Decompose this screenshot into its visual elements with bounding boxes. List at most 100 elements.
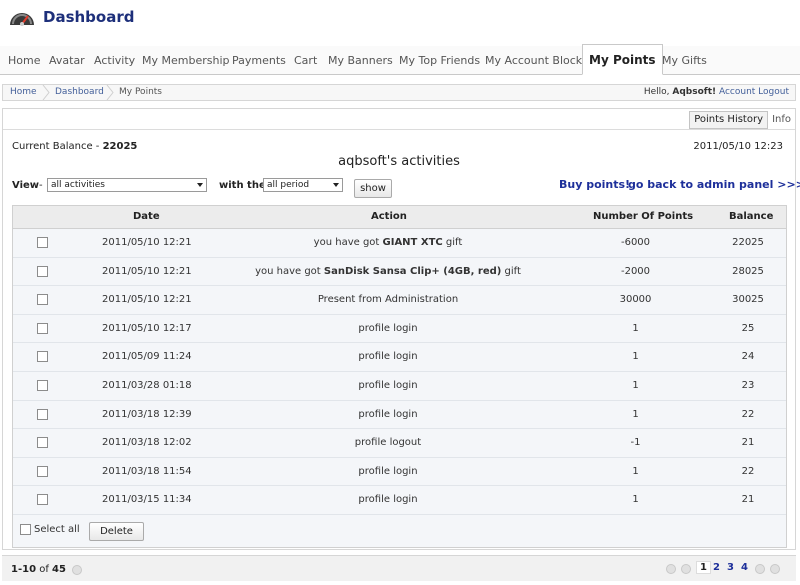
table-row: 2011/05/10 12:21 Present from Administrat… bbox=[13, 286, 786, 315]
breadcrumb-home[interactable]: Home bbox=[10, 87, 37, 97]
tab-payments[interactable]: Payments bbox=[232, 54, 286, 67]
select-all-label: Select all bbox=[34, 523, 80, 535]
row-checkbox[interactable] bbox=[37, 237, 48, 248]
action-text: profile login bbox=[358, 322, 418, 334]
tab-home[interactable]: Home bbox=[8, 54, 40, 67]
action-suffix: gift bbox=[442, 237, 463, 248]
row-balance: 30025 bbox=[732, 294, 764, 306]
pagination-bar: 1-10 of 45 1 2 3 4 bbox=[2, 555, 796, 581]
row-points: 1 bbox=[632, 322, 639, 334]
range-of: of bbox=[39, 564, 49, 575]
page-size-icon[interactable] bbox=[72, 565, 82, 575]
hello-text: Hello, bbox=[643, 87, 670, 97]
column-action: Action bbox=[371, 211, 407, 222]
user-name: Aqbsoft! bbox=[672, 87, 717, 97]
table-header: Date Action Number Of Points Balance bbox=[13, 206, 786, 229]
info-tab[interactable]: Info bbox=[772, 114, 791, 125]
first-page-icon[interactable] bbox=[666, 564, 676, 574]
action-text: you have got bbox=[313, 237, 383, 248]
tab-activity[interactable]: Activity bbox=[94, 54, 135, 67]
page-title: aqbsoft's activities bbox=[338, 154, 460, 169]
row-date: 2011/05/10 12:21 bbox=[102, 237, 192, 248]
table-row: 2011/03/15 11:34 profile login 1 21 bbox=[13, 486, 786, 515]
chevron-right-icon bbox=[106, 85, 114, 100]
admin-panel-link[interactable]: go back to admin panel >>> bbox=[628, 178, 800, 191]
period-select[interactable]: all period bbox=[263, 178, 343, 192]
action-text: you have got bbox=[255, 265, 324, 277]
tab-my-gifts[interactable]: My Gifts bbox=[662, 54, 707, 67]
page-1[interactable]: 1 bbox=[696, 561, 711, 574]
period-select-value: all period bbox=[267, 180, 310, 190]
row-checkbox[interactable] bbox=[37, 294, 48, 306]
divider bbox=[3, 129, 795, 130]
row-balance: 21 bbox=[741, 437, 755, 449]
row-checkbox[interactable] bbox=[37, 265, 48, 277]
row-action: you have got SanDisk Sansa Clip+ (4GB, r… bbox=[188, 266, 588, 277]
page-3[interactable]: 3 bbox=[727, 562, 734, 573]
action-text: profile login bbox=[358, 408, 418, 420]
speedometer-icon bbox=[10, 13, 34, 26]
tab-my-membership[interactable]: My Membership bbox=[142, 54, 229, 67]
range-total: 45 bbox=[52, 564, 66, 575]
select-all-checkbox[interactable] bbox=[20, 523, 31, 535]
row-action: profile login bbox=[188, 466, 588, 477]
row-checkbox[interactable] bbox=[37, 322, 48, 334]
app-title: Dashboard bbox=[43, 8, 135, 26]
page-2[interactable]: 2 bbox=[713, 562, 720, 573]
table-row: 2011/05/09 11:24 profile login 1 24 bbox=[13, 343, 786, 372]
breadcrumb-my-points: My Points bbox=[119, 87, 162, 97]
table-row: 2011/05/10 12:21 you have got GIANT XTC g… bbox=[13, 229, 786, 258]
tab-my-points[interactable]: My Points bbox=[582, 44, 663, 75]
last-page-icon[interactable] bbox=[770, 564, 780, 574]
row-action: you have got GIANT XTC gift bbox=[188, 237, 588, 248]
tab-my-top-friends[interactable]: My Top Friends bbox=[399, 54, 480, 67]
points-history-tab[interactable]: Points History bbox=[689, 111, 768, 129]
tab-cart[interactable]: Cart bbox=[294, 54, 317, 67]
with-label: with the bbox=[219, 180, 266, 191]
column-points: Number Of Points bbox=[593, 211, 694, 222]
row-points: -6000 bbox=[620, 237, 651, 248]
row-checkbox[interactable] bbox=[37, 465, 48, 477]
next-page-icon[interactable] bbox=[755, 564, 765, 574]
row-checkbox[interactable] bbox=[37, 494, 48, 506]
account-logout-link[interactable]: Account Logout bbox=[719, 87, 789, 97]
current-balance: Current Balance - 22025 bbox=[12, 141, 137, 152]
row-date: 2011/03/18 12:39 bbox=[102, 408, 192, 420]
buy-points-link[interactable]: Buy points! bbox=[559, 178, 630, 191]
tab-my-account-blocks[interactable]: My Account Blocks bbox=[485, 54, 588, 67]
action-text: profile login bbox=[358, 351, 418, 363]
chevron-down-icon bbox=[197, 183, 203, 187]
chevron-down-icon bbox=[333, 183, 339, 187]
row-points: -1 bbox=[630, 437, 641, 449]
row-checkbox[interactable] bbox=[37, 351, 48, 363]
user-info: Hello, Aqbsoft! Account Logout bbox=[644, 87, 789, 97]
row-points: 1 bbox=[632, 379, 639, 391]
tab-my-banners[interactable]: My Banners bbox=[328, 54, 393, 67]
view-label: View bbox=[12, 180, 40, 191]
view-select-value: all activities bbox=[51, 180, 105, 190]
activities-table: Date Action Number Of Points Balance 201… bbox=[12, 205, 787, 548]
action-text: profile login bbox=[358, 494, 418, 506]
column-date: Date bbox=[133, 211, 160, 222]
view-select[interactable]: all activities bbox=[47, 178, 207, 192]
row-points: -2000 bbox=[620, 265, 651, 277]
page-4[interactable]: 4 bbox=[741, 562, 748, 573]
row-checkbox[interactable] bbox=[37, 408, 48, 420]
prev-page-icon[interactable] bbox=[681, 564, 691, 574]
delete-button[interactable]: Delete bbox=[89, 521, 144, 541]
row-action: profile login bbox=[188, 409, 588, 420]
row-balance: 22 bbox=[741, 465, 755, 477]
row-points: 1 bbox=[632, 494, 639, 506]
row-date: 2011/03/15 11:34 bbox=[102, 494, 192, 506]
show-button[interactable]: show bbox=[354, 179, 392, 198]
main-tabs: Home Avatar Activity My Membership Payme… bbox=[0, 44, 800, 75]
table-row: 2011/05/10 12:21 you have got SanDisk San… bbox=[13, 257, 786, 287]
row-balance: 22025 bbox=[732, 237, 764, 248]
tab-avatar[interactable]: Avatar bbox=[49, 54, 85, 67]
breadcrumb-dashboard[interactable]: Dashboard bbox=[55, 87, 104, 97]
row-balance: 28025 bbox=[732, 265, 764, 277]
table-body: 2011/05/10 12:21 you have got GIANT XTC g… bbox=[13, 229, 786, 515]
row-checkbox[interactable] bbox=[37, 379, 48, 391]
range-info: 1-10 of 45 bbox=[11, 564, 66, 575]
row-checkbox[interactable] bbox=[37, 437, 48, 449]
